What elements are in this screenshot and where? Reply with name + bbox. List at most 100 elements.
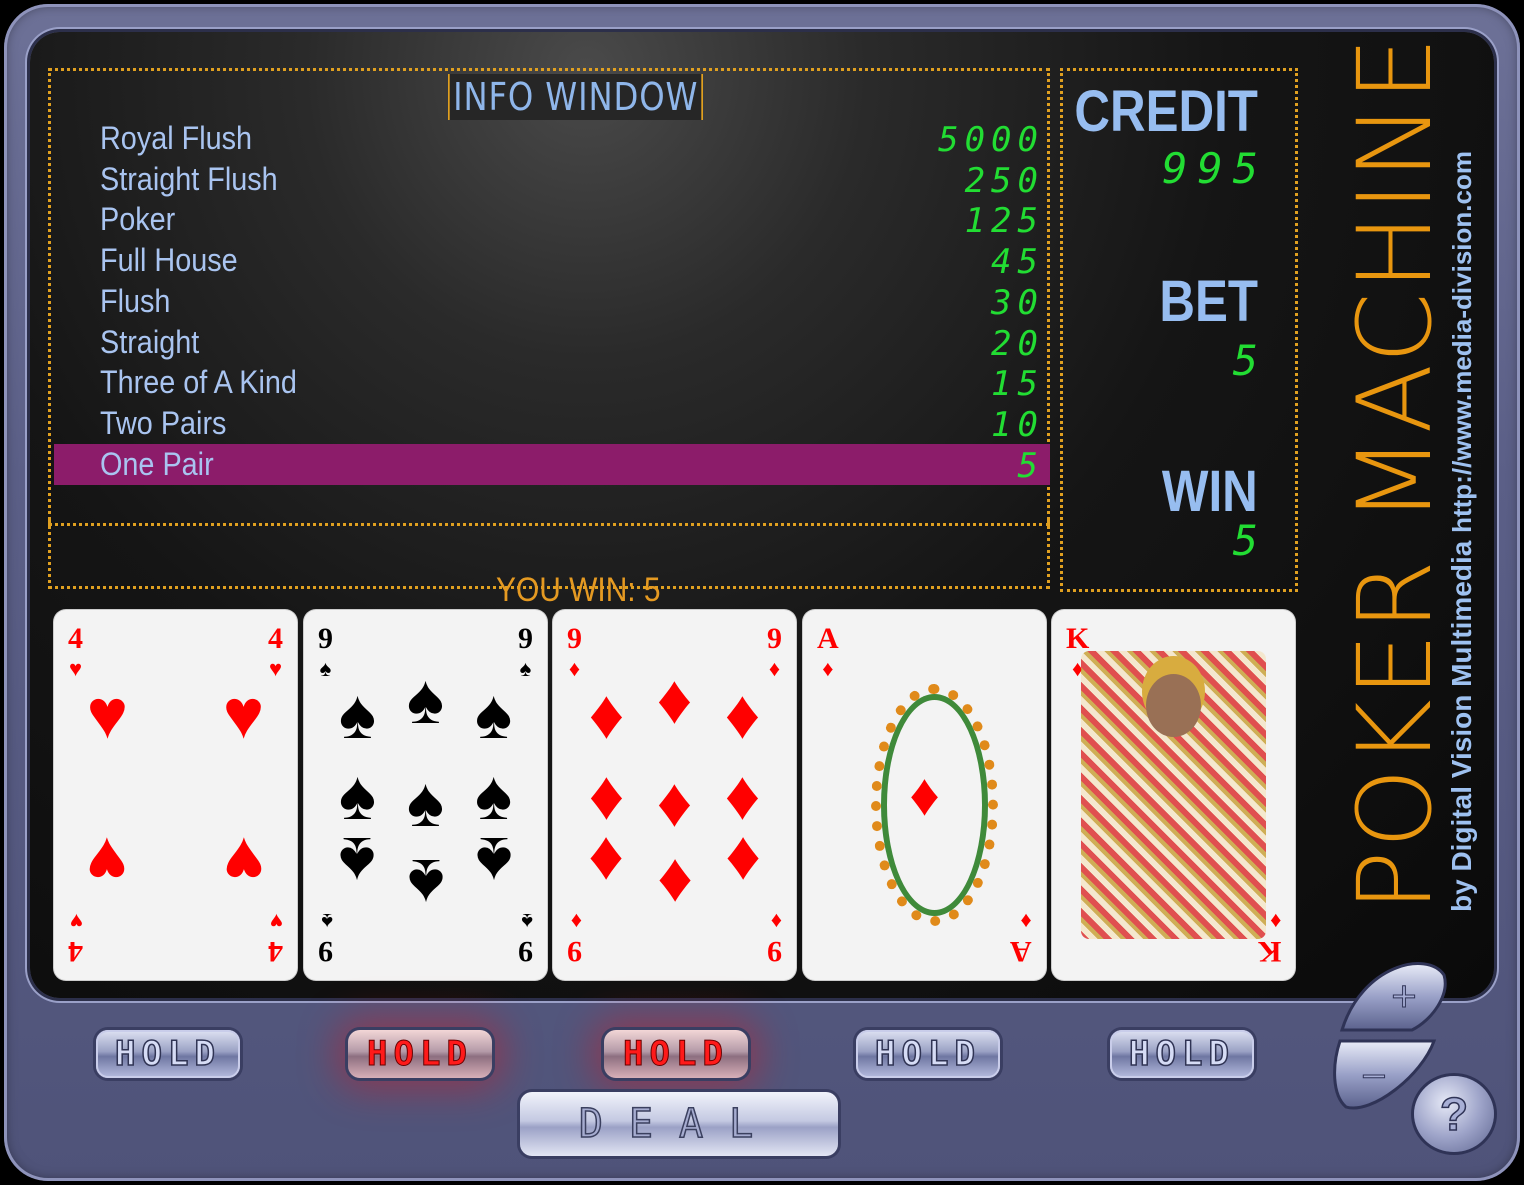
playing-card[interactable]: K ♦ K ♦ — [1052, 610, 1295, 980]
card-rank: 9 — [518, 622, 533, 655]
card-rank: 4 — [268, 622, 283, 655]
hold-button[interactable]: HOLD — [1110, 1030, 1254, 1078]
info-window-title: INFO WINDOW — [448, 74, 704, 120]
brand-block: POKER MACHINE by Digital Vision Multimed… — [1336, 32, 1478, 912]
card-suit-icon: ♥ — [68, 656, 83, 681]
help-button[interactable]: ? — [1414, 1076, 1494, 1152]
hold-button[interactable]: HOLD — [604, 1030, 748, 1078]
brand-url[interactable]: http://www.media-division.com — [1447, 151, 1477, 533]
card-corner-index: 4 ♥ — [68, 906, 83, 968]
card-corner-index: 4 ♥ — [268, 624, 283, 684]
win-label: WIN — [1162, 459, 1258, 524]
card-corner-index: A ♦ — [1010, 906, 1032, 968]
brand-subtitle: by Digital Vision Multimedia http://www.… — [1446, 32, 1478, 912]
card-corner-index: 4 ♥ — [68, 624, 83, 684]
paytable-payout: 5 — [1017, 445, 1044, 486]
card-corner-index: 9 ♠ — [518, 624, 533, 684]
card-pip-icon: ♠ — [406, 844, 445, 923]
paytable-hand: Flush — [100, 282, 171, 319]
card-corner-index: 9 ♦ — [767, 906, 782, 968]
card-pip-icon: ♥ — [86, 674, 129, 753]
playing-card[interactable]: A ♦ A ♦ ♦ — [803, 610, 1046, 980]
credit-value: 995 — [1162, 144, 1268, 193]
paytable-row: Straight 20 — [54, 322, 1050, 364]
card-rank: 9 — [567, 935, 582, 968]
you-win-text: YOU WIN: 5 — [496, 571, 661, 609]
card-suit-icon: ♥ — [268, 656, 283, 681]
playing-card[interactable]: 4 ♥ 4 ♥ 4 ♥ 4 ♥ ♥ ♥ ♥ ♥ — [54, 610, 297, 980]
card-suit-icon: ♦ — [568, 656, 581, 681]
card-rank: 4 — [268, 935, 283, 968]
card-rank: K — [1257, 935, 1281, 968]
card-pip-icon: ♠ — [474, 822, 513, 901]
paytable-payout: 125 — [964, 201, 1044, 242]
display-screen: INFO WINDOW Royal Flush 5000 Straight Flus… — [30, 32, 1494, 998]
card-rank: 9 — [318, 622, 333, 655]
card-pip-icon: ♥ — [222, 822, 265, 901]
card-rank: 4 — [68, 935, 83, 968]
card-pip-icon: ♦ — [588, 674, 625, 753]
card-pip-icon: ♠ — [338, 674, 377, 753]
brand-subtitle-text: by Digital Vision Multimedia — [1446, 540, 1477, 912]
hold-button[interactable]: HOLD — [96, 1030, 240, 1078]
bet-label: BET — [1159, 269, 1258, 334]
paytable-row: Flush 30 — [54, 281, 1050, 323]
card-suit-icon: ♦ — [1020, 909, 1032, 934]
card-pip-icon: ♠ — [406, 763, 445, 842]
king-face-icon — [1145, 673, 1202, 738]
card-corner-index: 9 ♦ — [767, 624, 782, 684]
card-suit-icon: ♦ — [822, 656, 834, 681]
paytable-payout: 5000 — [938, 120, 1044, 160]
paytable-row: Royal Flush 5000 — [54, 118, 1050, 160]
paytable-row: Straight Flush 250 — [54, 159, 1050, 201]
hold-button[interactable]: HOLD — [348, 1030, 492, 1078]
plus-icon: + — [1390, 976, 1419, 1016]
card-pip-icon: ♥ — [222, 674, 265, 753]
card-pip-icon: ♦ — [724, 674, 761, 753]
card-corner-index: 4 ♥ — [268, 906, 283, 968]
credit-label: CREDIT — [1074, 79, 1258, 144]
paytable-row: One Pair 5 — [54, 443, 1050, 486]
card-rank: A — [1010, 935, 1032, 968]
card-rank: 9 — [567, 622, 582, 655]
paytable-payout: 15 — [991, 364, 1044, 405]
king-portrait-icon — [1081, 650, 1266, 940]
card-corner-index: 9 ♠ — [318, 906, 333, 968]
paytable-row: Full House 45 — [54, 240, 1050, 282]
minus-icon: − — [1360, 1056, 1389, 1096]
card-suit-icon: ♠ — [319, 656, 332, 681]
paytable-hand: Three of A Kind — [100, 364, 297, 401]
win-value: 5 — [1232, 516, 1268, 565]
card-corner-index: 9 ♦ — [567, 624, 582, 684]
card-rank: K — [1066, 622, 1090, 655]
paytable-payout: 10 — [991, 404, 1044, 445]
brand-title: POKER MACHINE — [1336, 34, 1455, 912]
paytable-row: Two Pairs 10 — [54, 403, 1050, 445]
question-icon: ? — [1439, 1087, 1469, 1141]
paytable-hand: Royal Flush — [100, 120, 253, 156]
card-suit-icon: ♠ — [521, 909, 533, 934]
card-pip-icon: ♠ — [474, 756, 513, 834]
card-rank: 4 — [68, 622, 83, 655]
paytable-payout: 30 — [991, 282, 1044, 323]
paytable-hand: Poker — [100, 201, 176, 238]
card-suit-icon: ♥ — [269, 909, 283, 934]
card-suit-icon: ♦ — [768, 656, 781, 681]
deal-button[interactable]: DEAL — [520, 1092, 838, 1156]
paytable-payout: 250 — [964, 160, 1044, 201]
card-corner-index: 9 ♦ — [567, 906, 582, 968]
hold-button[interactable]: HOLD — [856, 1030, 1000, 1078]
card-corner-index: 9 ♠ — [518, 906, 533, 968]
card-rank: 9 — [318, 935, 333, 968]
card-pip-icon: ♦ — [656, 763, 693, 842]
card-pip-icon: ♦ — [588, 822, 625, 901]
card-rank: 9 — [767, 935, 782, 968]
paytable-payout: 20 — [991, 323, 1044, 364]
card-pip-icon: ♦ — [724, 756, 761, 834]
paytable-row: Poker 125 — [54, 199, 1050, 242]
playing-card[interactable]: 9 ♦ 9 ♦ 9 ♦ 9 ♦ ♦ ♦ ♦ ♦ ♦ ♦ ♦ ♦ ♦ — [553, 610, 796, 980]
paytable-row: Three of A Kind 15 — [54, 362, 1050, 405]
playing-card[interactable]: 9 ♠ 9 ♠ 9 ♠ 9 ♠ ♠ ♠ ♠ ♠ ♠ ♠ ♠ ♠ ♠ — [304, 610, 547, 980]
card-rank: A — [817, 622, 839, 655]
card-suit-icon: ♦ — [770, 909, 782, 934]
